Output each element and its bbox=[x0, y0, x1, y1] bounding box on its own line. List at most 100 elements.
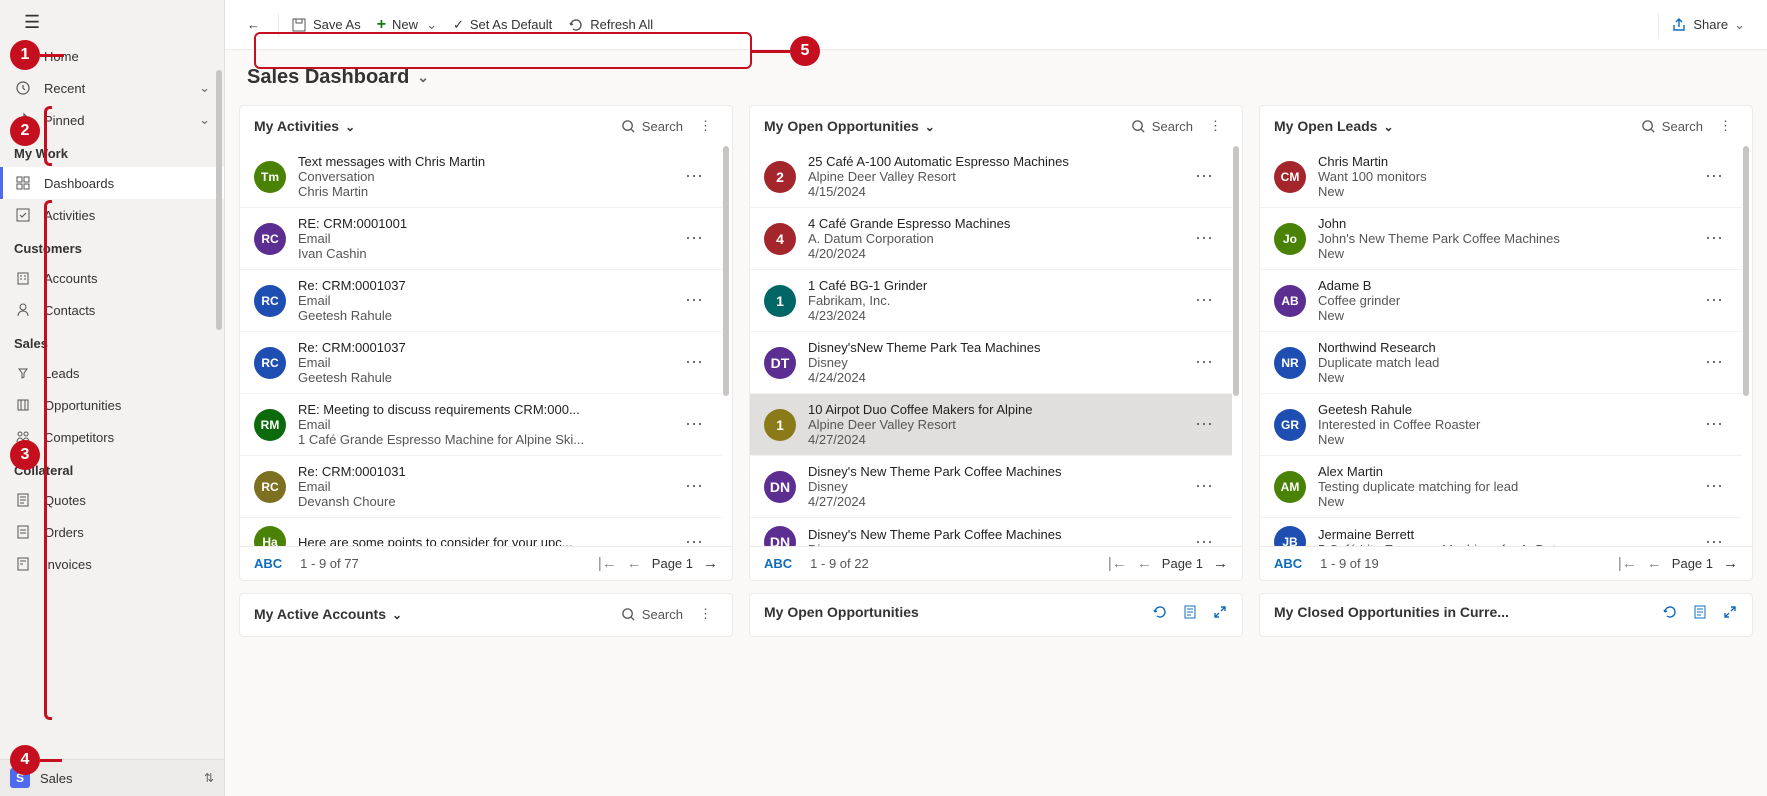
more-button[interactable]: ⋮ bbox=[693, 604, 718, 624]
more-button[interactable]: ⋮ bbox=[693, 116, 718, 136]
refresh-icon[interactable] bbox=[1152, 604, 1168, 620]
records-icon[interactable] bbox=[1692, 604, 1708, 620]
list-item[interactable]: RCRe: CRM:0001037EmailGeetesh Rahule⋯ bbox=[240, 332, 722, 394]
row-more-button[interactable]: ⋯ bbox=[681, 532, 708, 547]
nav-activities[interactable]: Activities bbox=[0, 199, 224, 231]
search-button[interactable]: Search bbox=[1641, 119, 1703, 134]
nav-leads[interactable]: Leads bbox=[0, 357, 224, 389]
row-more-button[interactable]: ⋯ bbox=[681, 414, 708, 435]
list-item[interactable]: RCRE: CRM:0001001EmailIvan Cashin⋯ bbox=[240, 208, 722, 270]
row-more-button[interactable]: ⋯ bbox=[1191, 476, 1218, 497]
list-item[interactable]: NRNorthwind ResearchDuplicate match lead… bbox=[1260, 332, 1742, 394]
row-more-button[interactable]: ⋯ bbox=[681, 476, 708, 497]
nav-opportunities[interactable]: Opportunities bbox=[0, 389, 224, 421]
save-as-button[interactable]: Save As bbox=[283, 11, 369, 39]
back-button[interactable]: ← bbox=[239, 11, 274, 38]
nav-recent[interactable]: Recent ⌄ bbox=[0, 72, 224, 104]
more-button[interactable]: ⋮ bbox=[1713, 116, 1738, 136]
refresh-all-button[interactable]: Refresh All bbox=[560, 11, 661, 39]
row-more-button[interactable]: ⋯ bbox=[1701, 352, 1728, 373]
list-item[interactable]: RCRe: CRM:0001031EmailDevansh Choure⋯ bbox=[240, 456, 722, 518]
row-detail: New bbox=[1318, 246, 1701, 261]
annotation-2: 2 bbox=[10, 116, 40, 146]
first-page-button[interactable]: |← bbox=[598, 555, 617, 572]
expand-icon[interactable] bbox=[1722, 604, 1738, 620]
list-scrollbar[interactable] bbox=[723, 146, 729, 396]
nav-contacts[interactable]: Contacts bbox=[0, 294, 224, 326]
prev-page-button[interactable]: ← bbox=[1137, 555, 1152, 572]
card-title[interactable]: My Activities⌄ bbox=[254, 118, 355, 134]
row-body: Disney's New Theme Park Coffee MachinesD… bbox=[808, 527, 1191, 546]
nav-accounts[interactable]: Accounts bbox=[0, 262, 224, 294]
row-more-button[interactable]: ⋯ bbox=[1701, 532, 1728, 547]
records-icon[interactable] bbox=[1182, 604, 1198, 620]
list-item[interactable]: RMRE: Meeting to discuss requirements CR… bbox=[240, 394, 722, 456]
card-title[interactable]: My Open Leads⌄ bbox=[1274, 118, 1394, 134]
row-more-button[interactable]: ⋯ bbox=[1191, 166, 1218, 187]
next-page-button[interactable]: → bbox=[703, 555, 718, 572]
list-item[interactable]: 44 Café Grande Espresso MachinesA. Datum… bbox=[750, 208, 1232, 270]
search-button[interactable]: Search bbox=[1131, 119, 1193, 134]
search-button[interactable]: Search bbox=[621, 119, 683, 134]
list-item[interactable]: JBJermaine Berrett5 Café Lite Espresso M… bbox=[1260, 518, 1742, 546]
card-title[interactable]: My Open Opportunities⌄ bbox=[764, 118, 935, 134]
list-item[interactable]: 225 Café A-100 Automatic Espresso Machin… bbox=[750, 146, 1232, 208]
next-page-button[interactable]: → bbox=[1723, 555, 1738, 572]
abc-filter[interactable]: ABC bbox=[1274, 556, 1302, 571]
prev-page-button[interactable]: ← bbox=[1647, 555, 1662, 572]
nav-dashboards[interactable]: Dashboards bbox=[0, 167, 224, 199]
first-page-button[interactable]: |← bbox=[1618, 555, 1637, 572]
page-title[interactable]: Sales Dashboard ⌄ bbox=[225, 50, 1767, 99]
avatar: CM bbox=[1274, 161, 1306, 193]
row-more-button[interactable]: ⋯ bbox=[681, 352, 708, 373]
search-button[interactable]: Search bbox=[621, 607, 683, 622]
row-more-button[interactable]: ⋯ bbox=[681, 290, 708, 311]
prev-page-button[interactable]: ← bbox=[627, 555, 642, 572]
row-more-button[interactable]: ⋯ bbox=[681, 166, 708, 187]
abc-filter[interactable]: ABC bbox=[254, 556, 282, 571]
list-item[interactable]: GRGeetesh RahuleInterested in Coffee Roa… bbox=[1260, 394, 1742, 456]
list-item[interactable]: ABAdame BCoffee grinderNew⋯ bbox=[1260, 270, 1742, 332]
list-item[interactable]: DNDisney's New Theme Park Coffee Machine… bbox=[750, 518, 1232, 546]
list-item[interactable]: TmText messages with Chris MartinConvers… bbox=[240, 146, 722, 208]
nav-label: Dashboards bbox=[44, 176, 114, 191]
list-scrollbar[interactable] bbox=[1233, 146, 1239, 396]
row-more-button[interactable]: ⋯ bbox=[1701, 166, 1728, 187]
list-scrollbar[interactable] bbox=[1743, 146, 1749, 396]
row-more-button[interactable]: ⋯ bbox=[1191, 352, 1218, 373]
new-button[interactable]: + New ⌄ bbox=[369, 10, 445, 40]
list-item[interactable]: DTDisney'sNew Theme Park Tea MachinesDis… bbox=[750, 332, 1232, 394]
refresh-icon[interactable] bbox=[1662, 604, 1678, 620]
row-more-button[interactable]: ⋯ bbox=[1701, 228, 1728, 249]
list-item[interactable]: RCRe: CRM:0001037EmailGeetesh Rahule⋯ bbox=[240, 270, 722, 332]
nav-invoices[interactable]: Invoices bbox=[0, 548, 224, 580]
card-title[interactable]: My Active Accounts⌄ bbox=[254, 606, 402, 622]
abc-filter[interactable]: ABC bbox=[764, 556, 792, 571]
row-more-button[interactable]: ⋯ bbox=[681, 228, 708, 249]
chevron-down-icon: ⌄ bbox=[417, 69, 429, 86]
list-item[interactable]: JoJohnJohn's New Theme Park Coffee Machi… bbox=[1260, 208, 1742, 270]
more-button[interactable]: ⋮ bbox=[1203, 116, 1228, 136]
list-item[interactable]: AMAlex MartinTesting duplicate matching … bbox=[1260, 456, 1742, 518]
row-more-button[interactable]: ⋯ bbox=[1191, 228, 1218, 249]
row-more-button[interactable]: ⋯ bbox=[1701, 414, 1728, 435]
hamburger-icon[interactable]: ☰ bbox=[24, 12, 40, 33]
next-page-button[interactable]: → bbox=[1213, 555, 1228, 572]
list-item[interactable]: 110 Airpot Duo Coffee Makers for AlpineA… bbox=[750, 394, 1232, 456]
nav-quotes[interactable]: Quotes bbox=[0, 484, 224, 516]
expand-icon[interactable] bbox=[1212, 604, 1228, 620]
list-item[interactable]: DNDisney's New Theme Park Coffee Machine… bbox=[750, 456, 1232, 518]
nav-orders[interactable]: Orders bbox=[0, 516, 224, 548]
share-button[interactable]: Share ⌄ bbox=[1663, 11, 1753, 39]
row-more-button[interactable]: ⋯ bbox=[1191, 290, 1218, 311]
row-more-button[interactable]: ⋯ bbox=[1191, 414, 1218, 435]
row-more-button[interactable]: ⋯ bbox=[1701, 290, 1728, 311]
set-default-button[interactable]: ✓ Set As Default bbox=[445, 11, 560, 39]
first-page-button[interactable]: |← bbox=[1108, 555, 1127, 572]
list-item[interactable]: HaHere are some points to consider for y… bbox=[240, 518, 722, 546]
row-more-button[interactable]: ⋯ bbox=[1191, 532, 1218, 547]
sidebar-scrollbar[interactable] bbox=[214, 70, 222, 756]
list-item[interactable]: CMChris MartinWant 100 monitorsNew⋯ bbox=[1260, 146, 1742, 208]
row-more-button[interactable]: ⋯ bbox=[1701, 476, 1728, 497]
list-item[interactable]: 11 Café BG-1 GrinderFabrikam, Inc.4/23/2… bbox=[750, 270, 1232, 332]
